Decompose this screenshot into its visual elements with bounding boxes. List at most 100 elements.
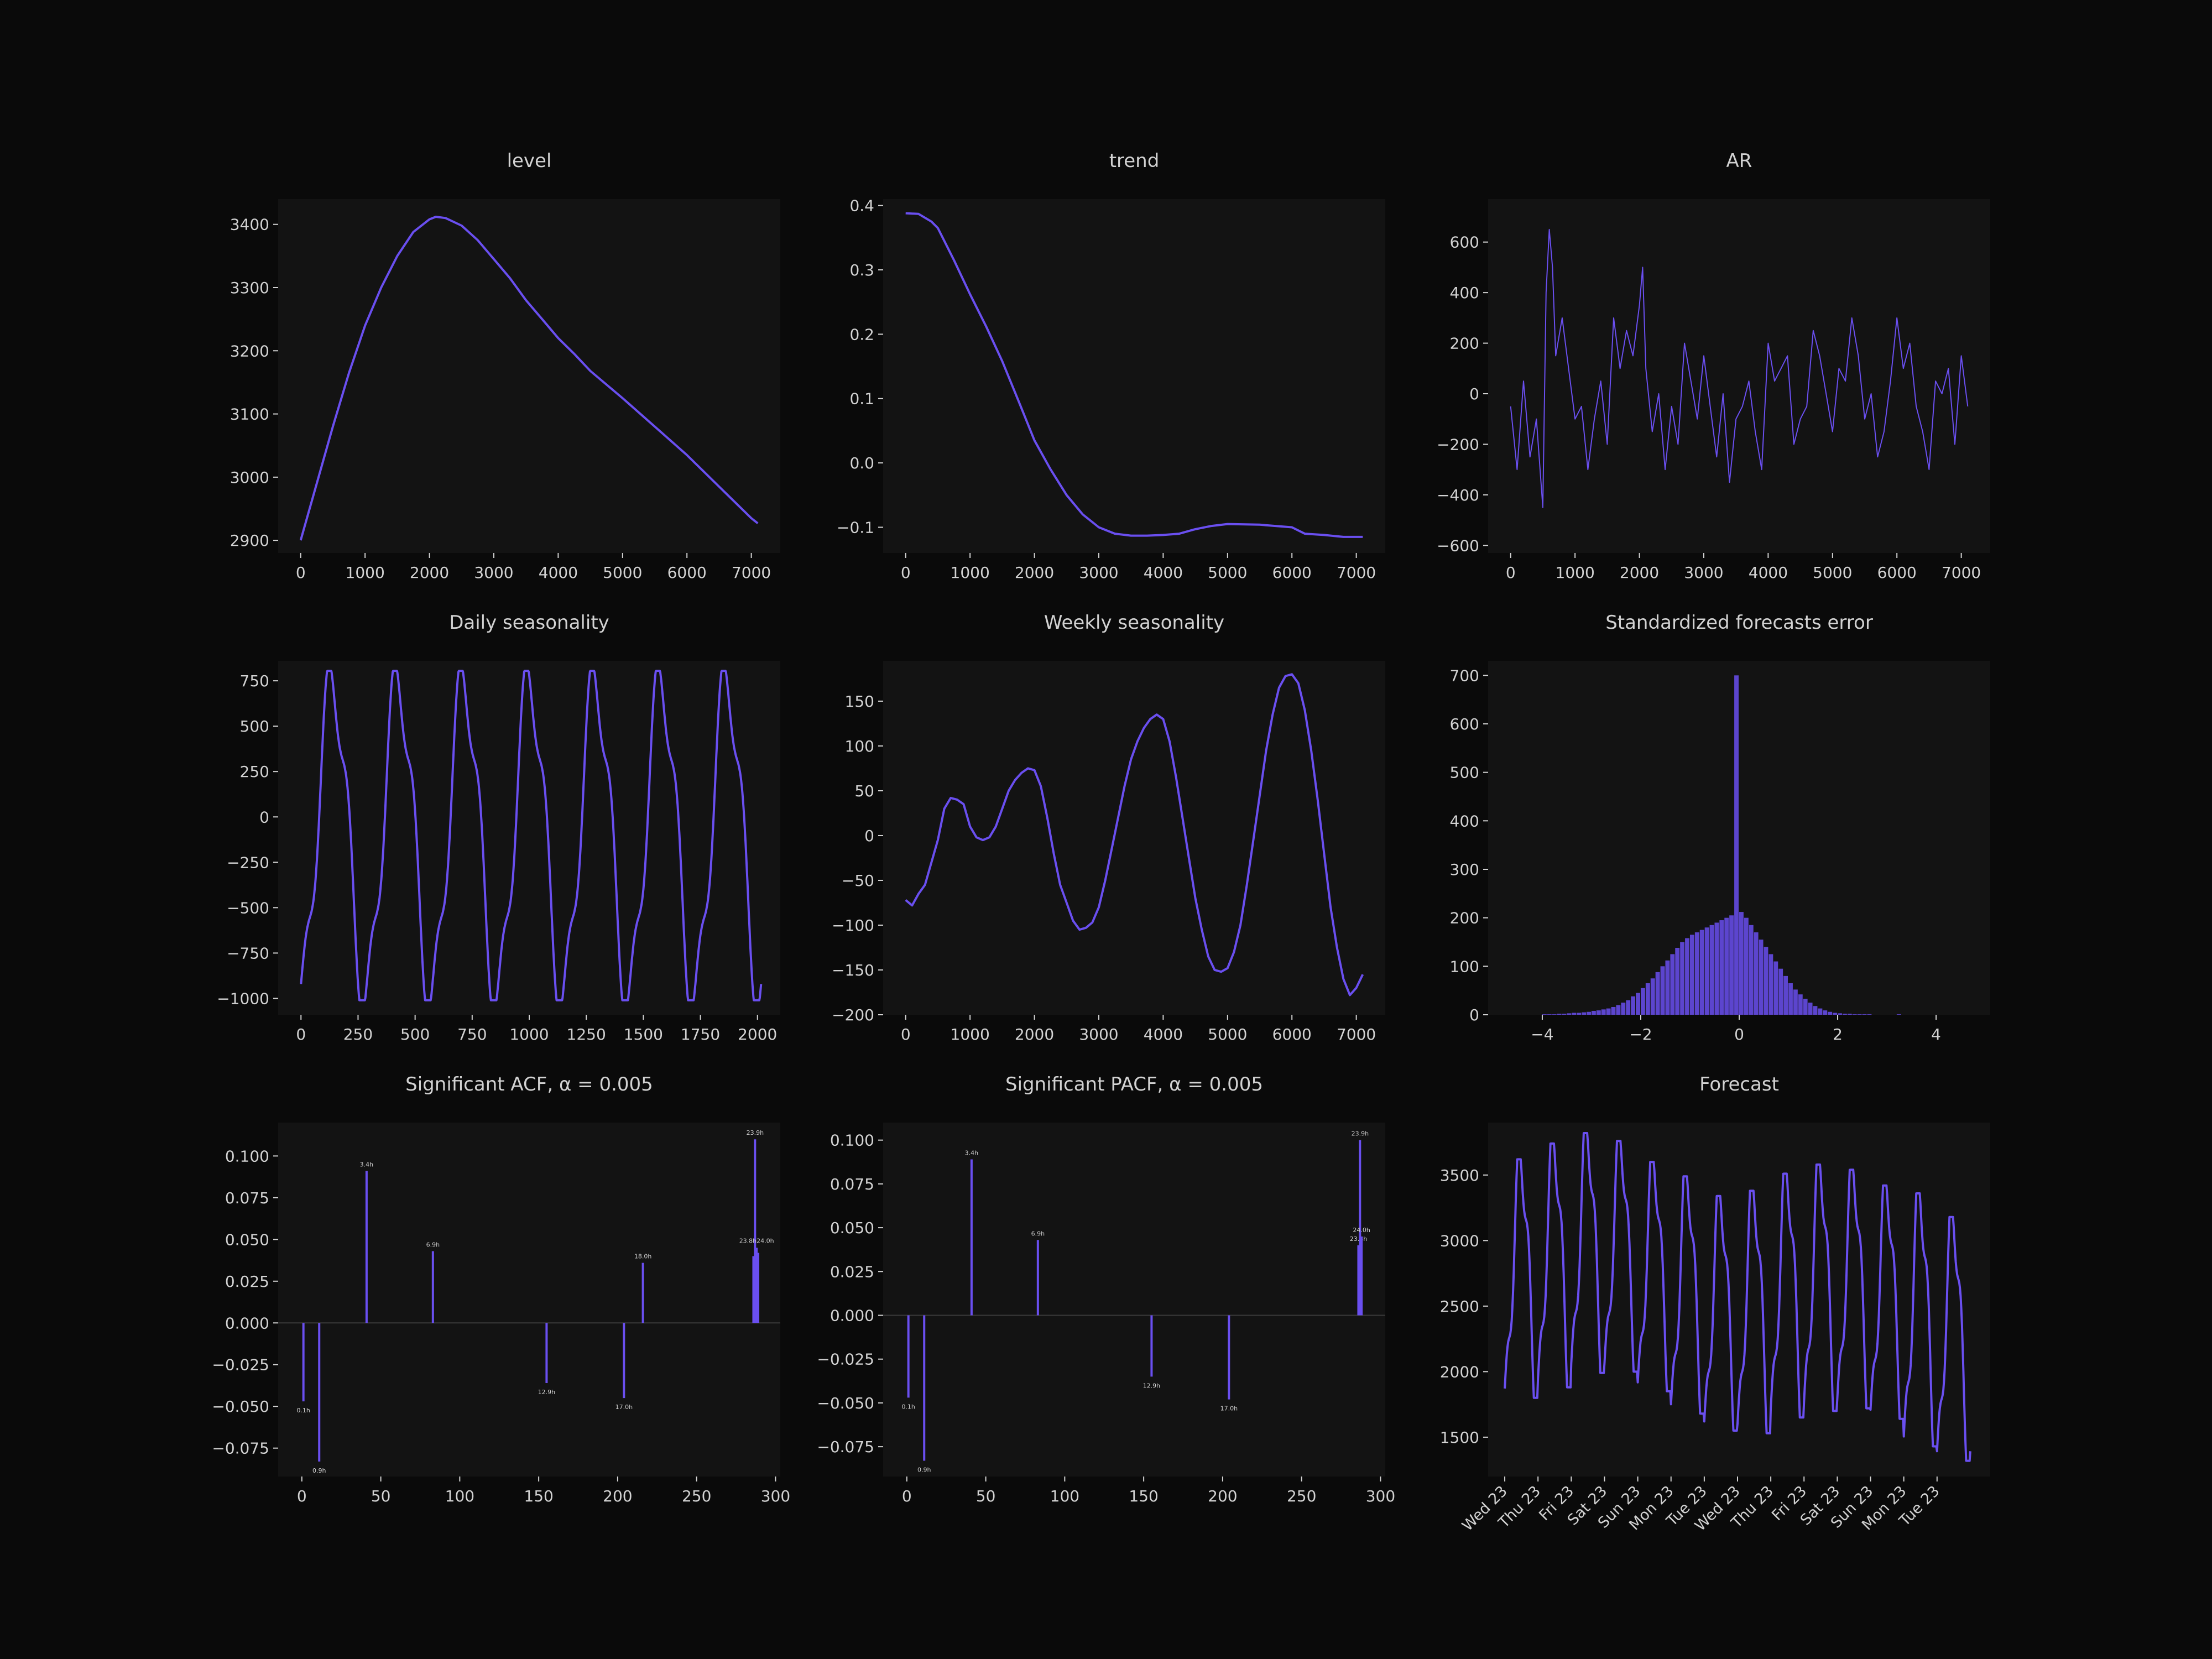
- histogram-bar: [1542, 1014, 1547, 1015]
- y-tick-label: 200: [1450, 909, 1479, 927]
- bar-label: 0.1h: [296, 1407, 310, 1414]
- histogram-bar: [1783, 975, 1788, 1015]
- histogram-bar: [1768, 954, 1773, 1015]
- histogram-bar: [1838, 1013, 1842, 1015]
- histogram-bar: [1670, 954, 1675, 1015]
- histogram-bar: [1601, 1009, 1606, 1015]
- histogram-bar: [1621, 1003, 1626, 1015]
- x-tick-label: 3000: [1684, 564, 1723, 582]
- y-tick-label: 3100: [230, 405, 269, 424]
- histogram-bar: [1714, 922, 1719, 1015]
- chart-title: Significant ACF, α = 0.005: [405, 1073, 653, 1095]
- histogram-bar: [1694, 932, 1699, 1015]
- x-tick-label: 7000: [1942, 564, 1981, 582]
- bar-label: 12.9h: [538, 1389, 555, 1396]
- x-tick-label: 2000: [1015, 564, 1054, 582]
- y-tick-label: 300: [1450, 860, 1479, 879]
- y-tick-label: −0.1: [837, 518, 874, 536]
- y-tick-label: 1500: [1440, 1428, 1479, 1447]
- histogram-bar: [1744, 917, 1749, 1015]
- chart-title: Weekly seasonality: [1044, 612, 1224, 634]
- x-tick-label: 1000: [951, 564, 990, 582]
- x-tick-label: −4: [1531, 1025, 1553, 1044]
- histogram-bar: [1611, 1006, 1616, 1015]
- y-tick-label: 0.0: [849, 454, 874, 472]
- histogram-bar: [1572, 1013, 1577, 1015]
- histogram-bar: [1626, 1000, 1631, 1015]
- histogram-bar: [1842, 1014, 1847, 1015]
- y-tick-label: 0.000: [225, 1314, 269, 1332]
- x-tick-label: 0: [296, 564, 306, 582]
- y-tick-label: 0.4: [849, 197, 874, 215]
- y-tick-label: 400: [1450, 812, 1479, 830]
- chart-title: level: [507, 150, 552, 172]
- x-tick-label: 6000: [667, 564, 707, 582]
- x-tick-label: 7000: [732, 564, 771, 582]
- chart-panel-7: Significant ACF, α = 0.005 −0.075 −0.050 −0…: [212, 1073, 790, 1505]
- x-tick-label: 2000: [1015, 1025, 1054, 1044]
- bar-label: 3.4h: [965, 1150, 978, 1157]
- x-tick-label: 5000: [1208, 1025, 1247, 1044]
- chart-panel-5: Weekly seasonality −200 −150 −100 −50 0 50 100 1…: [832, 612, 1385, 1044]
- y-tick-label: 0.100: [225, 1147, 269, 1165]
- histogram-bar: [1699, 930, 1704, 1015]
- x-tick-label: 5000: [1813, 564, 1852, 582]
- x-tick-label: 2: [1833, 1025, 1843, 1044]
- x-tick-label: 150: [524, 1487, 553, 1505]
- x-tick-label: 150: [1129, 1487, 1158, 1505]
- bar-label: 23.8h24.0h: [739, 1237, 774, 1244]
- bar-label: 6.9h: [1031, 1230, 1045, 1237]
- y-tick-label: 750: [240, 672, 269, 690]
- histogram-bar: [1833, 1013, 1838, 1015]
- histogram-bar: [1645, 983, 1650, 1015]
- bar-label: 0.9h: [917, 1466, 931, 1473]
- chart-title: AR: [1726, 150, 1752, 172]
- y-tick-label: 150: [845, 692, 874, 711]
- histogram-bar: [1587, 1011, 1591, 1015]
- y-tick-label: 0: [864, 827, 874, 845]
- x-tick-label: 750: [457, 1025, 487, 1044]
- chart-title: Significant PACF, α = 0.005: [1005, 1073, 1263, 1095]
- y-tick-label: 500: [1450, 764, 1479, 782]
- x-tick-label: 1000: [1556, 564, 1595, 582]
- y-tick-label: 700: [1450, 666, 1479, 685]
- bar-label: 18.0h: [634, 1253, 651, 1260]
- chart-title: Standardized forecasts error: [1605, 612, 1873, 634]
- y-tick-label: 0: [1469, 1006, 1479, 1024]
- x-tick-label: 200: [1208, 1487, 1237, 1505]
- x-tick-label: 0: [297, 1487, 307, 1505]
- x-tick-label: 1250: [567, 1025, 606, 1044]
- plot-area: [278, 1123, 780, 1477]
- histogram-bar: [1754, 932, 1759, 1015]
- histogram-bar: [1631, 996, 1636, 1015]
- histogram-bar: [1689, 935, 1694, 1015]
- histogram-bar: [1759, 940, 1764, 1015]
- bar-label: 23.9h: [747, 1129, 764, 1136]
- x-tick-label: 250: [343, 1025, 373, 1044]
- y-tick-label: −400: [1437, 486, 1479, 504]
- x-tick-label: 6000: [1877, 564, 1917, 582]
- y-tick-label: 3500: [1440, 1166, 1479, 1185]
- plot-area: [883, 1123, 1385, 1477]
- histogram-bar: [1724, 917, 1729, 1015]
- histogram-bar: [1650, 978, 1655, 1015]
- histogram-bar: [1823, 1010, 1828, 1015]
- x-tick-label: 2000: [1620, 564, 1659, 582]
- chart-panel-6: Standardized forecasts error010020030040…: [1450, 612, 1990, 1044]
- y-tick-label: 3200: [230, 342, 269, 360]
- chart-title: Forecast: [1699, 1073, 1779, 1095]
- y-tick-label: 0.075: [225, 1189, 269, 1207]
- histogram-bar: [1734, 675, 1739, 1015]
- y-tick-label: 0.025: [830, 1262, 874, 1281]
- histogram-bar: [1719, 920, 1724, 1015]
- y-tick-label: −1000: [217, 989, 269, 1008]
- histogram-bar: [1616, 1005, 1621, 1015]
- histogram-bar: [1867, 1014, 1872, 1015]
- y-tick-label: 600: [1450, 233, 1479, 252]
- x-tick-label: 1000: [509, 1025, 549, 1044]
- y-tick-label: −600: [1437, 536, 1479, 555]
- histogram-bar: [1862, 1014, 1867, 1015]
- x-tick-label: 2000: [738, 1025, 777, 1044]
- x-tick-label: 300: [1366, 1487, 1395, 1505]
- y-tick-label: 3000: [1440, 1232, 1479, 1250]
